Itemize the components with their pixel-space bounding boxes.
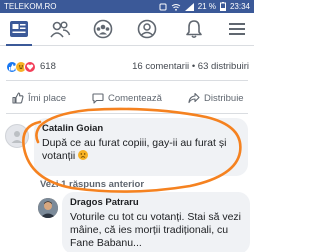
comment-text-block: După ce au furat copiii, gay-ii au furat…: [42, 137, 240, 163]
notification-icon: [159, 3, 167, 11]
stats-divider: [6, 80, 248, 81]
comment-author[interactable]: Catalin Goian: [42, 123, 240, 135]
comment-share-stats[interactable]: 16 comentarii • 63 distribuiri: [132, 61, 249, 73]
comment-text: După ce au furat copiii, gay-ii au furat…: [42, 137, 227, 162]
top-nav-bar: [0, 13, 254, 46]
menu-icon[interactable]: [226, 18, 248, 40]
comment-button-label: Comentează: [108, 92, 162, 104]
like-button[interactable]: Îmi place: [12, 92, 66, 104]
reply-author[interactable]: Dragos Patraru: [70, 197, 242, 209]
signal-icon: [184, 2, 194, 11]
post-actions: Îmi place Comentează Distribuie: [0, 86, 254, 112]
profile-icon[interactable]: [136, 18, 158, 40]
reply-bubble[interactable]: Dragos Patraru Voturile cu tot cu votanț…: [62, 192, 250, 252]
clock: 23:34: [229, 2, 250, 11]
reply-text: Voturile cu tot cu votanți. Stai să vezi…: [70, 211, 242, 249]
carrier-name: TELEKOM.RO: [4, 2, 57, 11]
view-previous-replies-link[interactable]: Vezi 1 răspuns anterior: [40, 179, 144, 190]
comment-count[interactable]: 16 comentarii: [132, 61, 189, 72]
active-tab-indicator: [6, 44, 32, 46]
share-button-label: Distribuie: [204, 92, 244, 104]
battery-percent: 21 %: [197, 2, 216, 11]
comment-icon: [92, 92, 104, 104]
love-icon: [24, 61, 36, 73]
avatar[interactable]: [38, 198, 58, 218]
groups-icon[interactable]: [92, 18, 114, 40]
share-count[interactable]: 63 distribuiri: [198, 61, 249, 72]
comment: Catalin Goian După ce au furat copiii, g…: [0, 118, 254, 178]
sad-emoji-icon: [78, 150, 89, 160]
like-button-label: Îmi place: [28, 92, 67, 104]
reply-comment: Dragos Patraru Voturile cu tot cu votanț…: [0, 192, 254, 252]
notifications-icon[interactable]: [183, 18, 205, 40]
reactions-summary[interactable]: 618: [6, 60, 56, 74]
share-icon: [188, 92, 200, 104]
friends-icon[interactable]: [49, 18, 71, 40]
reaction-count: 618: [40, 61, 56, 72]
share-button[interactable]: Distribuie: [188, 92, 244, 104]
post-stats-row: 618 16 comentarii • 63 distribuiri: [0, 58, 254, 76]
wifi-icon: [171, 3, 181, 11]
avatar[interactable]: [5, 124, 29, 148]
actions-divider: [6, 113, 248, 114]
comment-bubble[interactable]: Catalin Goian După ce au furat copiii, g…: [34, 118, 248, 176]
thumbs-up-icon: [12, 92, 24, 104]
status-bar: TELEKOM.RO 21 % 23:34: [0, 0, 254, 13]
battery-icon: [219, 2, 226, 11]
status-icons: 21 % 23:34: [159, 0, 250, 13]
comment-button[interactable]: Comentează: [92, 92, 162, 104]
feed-icon[interactable]: [8, 18, 30, 40]
